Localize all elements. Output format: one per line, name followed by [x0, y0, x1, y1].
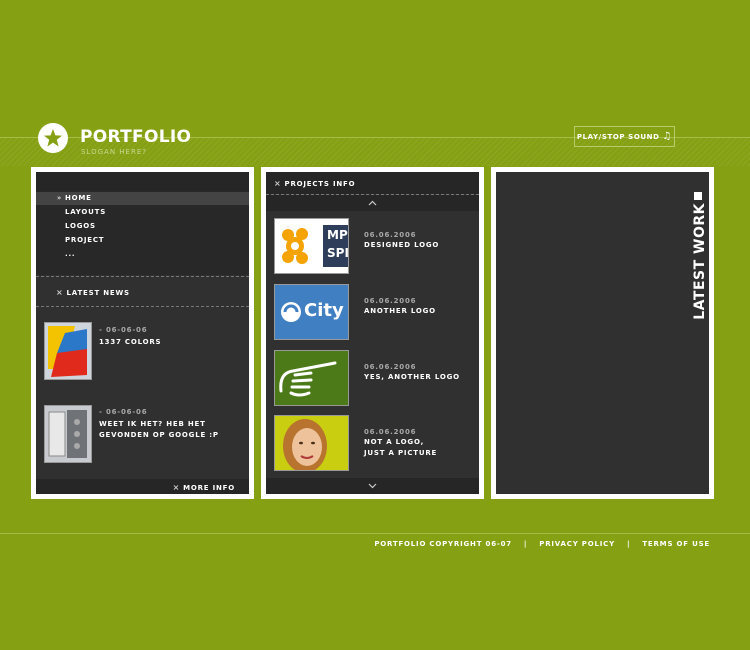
left-panel-inner: » HOME LAYOUTS LOGOS PROJECT ... × LATEST…	[36, 172, 249, 494]
terms-of-use-link[interactable]: TERMS OF USE	[642, 540, 710, 548]
footer-separator: |	[626, 540, 631, 548]
news-text[interactable]: 1337 COLORS	[99, 338, 161, 346]
play-stop-sound-button[interactable]: PLAY/STOP SOUND ♫	[574, 126, 675, 147]
news-text-line[interactable]: GEVONDEN OP GOOGLE :P	[99, 431, 219, 439]
project-title[interactable]: ANOTHER LOGO	[364, 307, 436, 315]
footer-separator: |	[523, 540, 528, 548]
site-slogan: SLOGAN HERE?	[81, 148, 147, 156]
x-bullet-icon: ×	[172, 483, 181, 492]
project-title[interactable]: YES, ANOTHER LOGO	[364, 373, 460, 381]
project-date: 06.06.2006	[364, 363, 417, 371]
project-title[interactable]: DESIGNED LOGO	[364, 241, 439, 249]
project-thumbnail-portrait[interactable]	[274, 415, 349, 471]
news-text-line[interactable]: WEET IK HET? HEB HET	[99, 420, 206, 428]
nav-item-more[interactable]: ...	[65, 250, 75, 258]
thumb-logo-text: City	[304, 300, 344, 321]
news-thumbnail-device[interactable]	[44, 405, 92, 463]
scroll-down-button[interactable]	[266, 478, 479, 494]
projects-info-heading: × PROJECTS INFO	[274, 179, 356, 188]
star-logo-icon	[38, 123, 68, 153]
scroll-up-button[interactable]	[266, 195, 479, 211]
footer: PORTFOLIO COPYRIGHT 06-07 | PRIVACY POLI…	[374, 540, 710, 548]
latest-news-heading: × LATEST NEWS	[56, 288, 130, 297]
square-marker-icon	[694, 192, 702, 200]
x-bullet-icon: ×	[56, 288, 64, 297]
latest-work-area: LATEST WORK	[496, 172, 709, 494]
project-title[interactable]: NOT A LOGO,	[364, 438, 424, 446]
left-panel-top-bar	[36, 172, 249, 191]
thumb-logo-text: MP	[327, 228, 348, 242]
project-date: 06.06.2006	[364, 428, 417, 436]
footer-line	[0, 533, 750, 534]
sound-button-label: PLAY/STOP SOUND	[576, 132, 660, 141]
chevron-down-icon	[368, 483, 377, 489]
x-bullet-icon: ×	[274, 179, 282, 188]
thumb-logo-text: SPI	[327, 246, 349, 260]
right-panel: LATEST WORK	[491, 167, 714, 499]
nav-item-logos[interactable]: LOGOS	[65, 222, 96, 230]
privacy-policy-link[interactable]: PRIVACY POLICY	[539, 540, 615, 548]
project-date: 06.06.2006	[364, 231, 417, 239]
arrow-icon: »	[57, 194, 62, 202]
music-note-icon: ♫	[662, 131, 673, 142]
project-thumbnail-mp-spi[interactable]: MP SPI	[274, 218, 349, 274]
site-title: PORTFOLIO	[80, 127, 192, 147]
news-date: - 06-06-06	[99, 326, 148, 334]
project-date: 06.06.2006	[364, 297, 417, 305]
middle-panel-inner: × PROJECTS INFO MP SPI 06.06.2006 DESIGN…	[266, 172, 479, 494]
chevron-up-icon	[368, 200, 377, 206]
more-info-link[interactable]: × MORE INFO	[173, 483, 235, 492]
news-thumbnail-colors[interactable]	[44, 322, 92, 380]
middle-panel: × PROJECTS INFO MP SPI 06.06.2006 DESIGN…	[261, 167, 484, 499]
nav-item-project[interactable]: PROJECT	[65, 236, 104, 244]
project-thumbnail-hand[interactable]	[274, 350, 349, 406]
project-title[interactable]: JUST A PICTURE	[364, 449, 437, 457]
nav-item-home[interactable]: HOME	[65, 194, 92, 202]
nav-item-layouts[interactable]: LAYOUTS	[65, 208, 106, 216]
project-thumbnail-city[interactable]: City	[274, 284, 349, 340]
footer-copyright: PORTFOLIO COPYRIGHT 06-07	[374, 540, 512, 548]
divider	[36, 276, 249, 277]
left-panel: » HOME LAYOUTS LOGOS PROJECT ... × LATEST…	[31, 167, 254, 499]
divider	[36, 306, 249, 307]
latest-work-title: LATEST WORK	[692, 203, 708, 320]
news-date: - 06-06-06	[99, 408, 148, 416]
